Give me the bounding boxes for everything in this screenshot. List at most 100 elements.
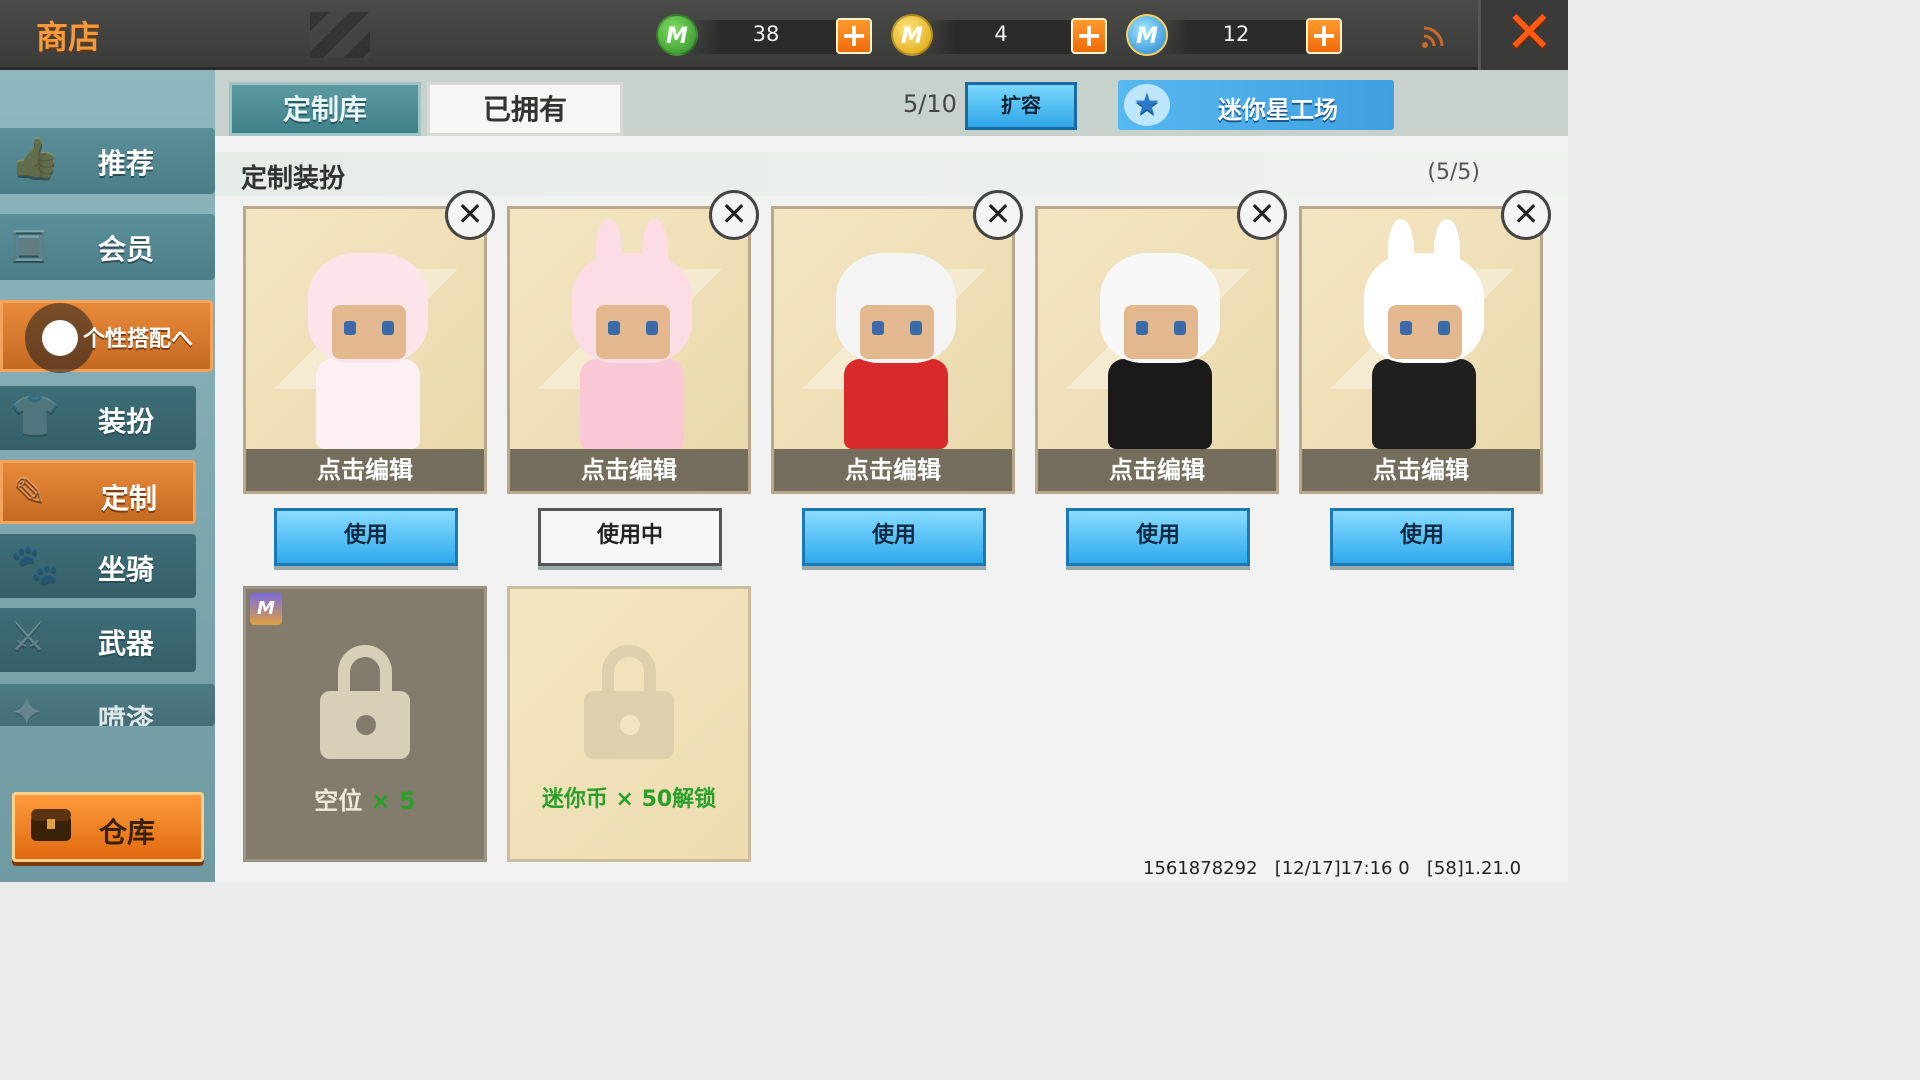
currency-amount: 4 xyxy=(994,22,1008,46)
user-id: 1561878292 xyxy=(1143,858,1258,879)
sidebar-item-label: 坐骑 xyxy=(98,553,155,586)
expand-button[interactable]: 扩容 xyxy=(965,82,1077,130)
empty-slot-text: 空位 xyxy=(314,787,363,815)
sidebar-item-weapon[interactable]: ⚔ 武器 xyxy=(0,608,196,672)
add-mini-coin-button[interactable]: + xyxy=(1306,18,1342,54)
remove-outfit-button[interactable]: ✕ xyxy=(1501,190,1551,240)
chest-icon xyxy=(29,805,73,852)
remove-outfit-button[interactable]: ✕ xyxy=(445,190,495,240)
sidebar-item-label: 武器 xyxy=(98,627,155,660)
version: [58]1.21.0 xyxy=(1426,858,1522,879)
outfit-card[interactable]: 点击编辑 xyxy=(507,206,751,494)
slot-count: 5/10 xyxy=(903,90,957,118)
in-use-button[interactable]: 使用中 xyxy=(538,508,722,566)
tab-custom-library[interactable]: 定制库 xyxy=(229,82,421,136)
character-eye xyxy=(1400,321,1412,335)
header-decoration xyxy=(310,12,370,58)
add-gold-coin-button[interactable]: + xyxy=(1071,18,1107,54)
sidebar-item-label: 会员 xyxy=(98,233,155,266)
add-mini-bean-button[interactable]: + xyxy=(836,18,872,54)
outfit-card[interactable]: 点击编辑 xyxy=(771,206,1015,494)
warehouse-button[interactable]: 仓库 xyxy=(12,792,204,862)
character-body xyxy=(1372,359,1476,449)
sidebar-item-spray[interactable]: ✦ 喷漆 xyxy=(0,684,215,726)
mini-studio-button[interactable]: ★ 迷你星工场 xyxy=(1118,80,1394,130)
close-shop-button[interactable]: ✕ xyxy=(1478,0,1568,70)
edit-outfit-label[interactable]: 点击编辑 xyxy=(510,449,748,491)
sidebar-item-label: 个性搭配へ xyxy=(83,327,194,352)
sidebar-item-vip[interactable]: ▣ 会员 xyxy=(0,214,215,280)
character-eye xyxy=(608,321,620,335)
sidebar-item-mount[interactable]: 🐾 坐骑 xyxy=(0,534,196,598)
signal-icon-svg xyxy=(1422,26,1444,48)
thumbs-up-icon: 👍 xyxy=(10,135,60,181)
use-outfit-button[interactable]: 使用 xyxy=(274,508,458,566)
sidebar-item-custom[interactable]: ✎ 定制 xyxy=(0,460,196,524)
sidebar-item-outfit-toggle[interactable]: 个性搭配へ xyxy=(0,300,213,373)
character-eye xyxy=(910,321,922,335)
character-eye xyxy=(382,321,394,335)
sidebar: 👍 推荐 ▣ 会员 个性搭配へ 👕 装扮 ✎ 定制 🐾 坐骑 ⚔ 武器 ✦ 喷漆 xyxy=(0,70,215,882)
character-body xyxy=(844,359,948,449)
section-count: (5/5) xyxy=(1427,160,1480,185)
character-eye xyxy=(1174,321,1186,335)
use-outfit-button[interactable]: 使用 xyxy=(1066,508,1250,566)
remove-outfit-button[interactable]: ✕ xyxy=(973,190,1023,240)
remove-outfit-button[interactable]: ✕ xyxy=(1237,190,1287,240)
empty-slot-card[interactable]: M 空位 × 5 xyxy=(243,586,487,862)
outfit-card[interactable]: 点击编辑 xyxy=(243,206,487,494)
footer-info: 1561878292 [12/17]17:16 0 [58]1.21.0 xyxy=(1143,858,1521,879)
outfit-card[interactable]: 点击编辑 xyxy=(1299,206,1543,494)
lock-icon xyxy=(320,645,410,759)
page-title: 商店 xyxy=(36,18,101,56)
empty-slot-label: 空位 × 5 xyxy=(246,781,484,816)
character-eye xyxy=(872,321,884,335)
character-eye xyxy=(1136,321,1148,335)
use-outfit-button[interactable]: 使用 xyxy=(1330,508,1514,566)
build-time: [12/17]17:16 0 xyxy=(1274,858,1410,879)
shirt-icon: 👕 xyxy=(10,393,60,439)
star-icon: ★ xyxy=(1124,84,1170,126)
locked-slot-card[interactable]: 迷你币 × 50解锁 xyxy=(507,586,751,862)
tab-bar: 定制库 已拥有 5/10 扩容 ★ 迷你星工场 xyxy=(215,70,1568,136)
top-bar: 商店 M 38 + M 4 + M 12 + ✕ xyxy=(0,0,1568,70)
brush-icon: ✎ xyxy=(13,469,47,515)
sidebar-item-dressup[interactable]: 👕 装扮 xyxy=(0,386,196,450)
edit-outfit-label[interactable]: 点击编辑 xyxy=(1302,449,1540,491)
sidebar-item-label: 喷漆 xyxy=(98,703,155,726)
tab-owned[interactable]: 已拥有 xyxy=(427,82,623,136)
section-title: 定制装扮 xyxy=(241,164,346,194)
character-body xyxy=(580,359,684,449)
character-eye xyxy=(344,321,356,335)
outfit-card[interactable]: 点击编辑 xyxy=(1035,206,1279,494)
edit-outfit-label[interactable]: 点击编辑 xyxy=(774,449,1012,491)
sidebar-item-label: 推荐 xyxy=(98,147,155,180)
section-header: 定制装扮 (5/5) xyxy=(215,152,1568,196)
character-eye xyxy=(1438,321,1450,335)
remove-outfit-button[interactable]: ✕ xyxy=(709,190,759,240)
gold-coin-icon: M xyxy=(891,14,933,56)
sidebar-item-label: 定制 xyxy=(101,482,158,515)
sidebar-item-label: 装扮 xyxy=(98,405,155,438)
mount-icon: 🐾 xyxy=(10,541,60,587)
edit-outfit-label[interactable]: 点击编辑 xyxy=(1038,449,1276,491)
edit-outfit-label[interactable]: 点击编辑 xyxy=(246,449,484,491)
unlock-slot-label: 迷你币 × 50解锁 xyxy=(541,787,717,812)
character-eye xyxy=(646,321,658,335)
mini-vip-badge-icon: M xyxy=(250,593,282,625)
currency-amount: 12 xyxy=(1222,22,1250,46)
close-icon: ✕ xyxy=(1505,0,1554,66)
mini-bean-icon: M xyxy=(656,14,698,56)
mini-coin-icon: M xyxy=(1126,14,1168,56)
sidebar-item-recommend[interactable]: 👍 推荐 xyxy=(0,128,215,194)
chest-icon-svg xyxy=(31,809,71,841)
spray-icon: ✦ xyxy=(10,690,44,726)
warehouse-label: 仓库 xyxy=(99,816,156,849)
lock-icon xyxy=(584,645,674,759)
main-panel: 定制库 已拥有 5/10 扩容 ★ 迷你星工场 定制装扮 (5/5) 点击编辑 ✕… xyxy=(215,70,1568,882)
character-body xyxy=(316,359,420,449)
character-body xyxy=(1108,359,1212,449)
signal-icon xyxy=(1420,24,1446,50)
use-outfit-button[interactable]: 使用 xyxy=(802,508,986,566)
empty-slot-multiplier: × 5 xyxy=(370,787,416,815)
